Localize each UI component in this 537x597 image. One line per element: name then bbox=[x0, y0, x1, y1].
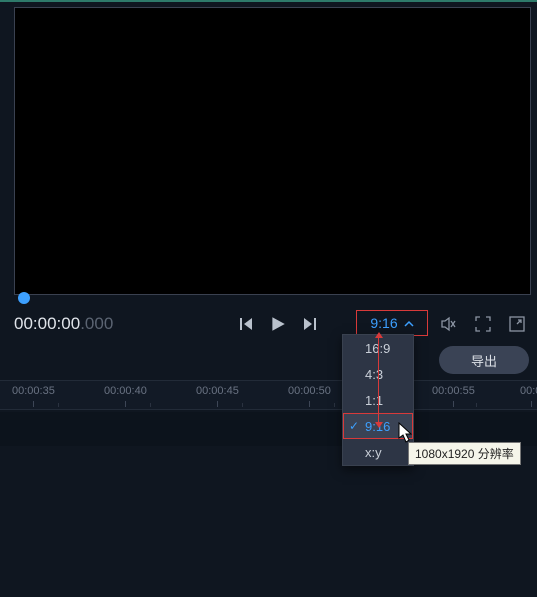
detach-window-icon bbox=[509, 316, 525, 332]
play-icon bbox=[269, 315, 287, 333]
chevron-up-icon bbox=[404, 315, 414, 331]
aspect-ratio-option-4-3[interactable]: 4:3 bbox=[343, 361, 413, 387]
timeline-track[interactable] bbox=[0, 412, 537, 446]
player-controls: 00:00:00 .000 9:16 bbox=[14, 308, 531, 340]
timeline-tick: 00:00:40 bbox=[104, 385, 147, 397]
aspect-ratio-dropdown: 16:9 4:3 1:1 9:16 x:y bbox=[342, 334, 414, 466]
timecode-ms: .000 bbox=[80, 314, 113, 334]
export-label: 导出 bbox=[471, 351, 497, 370]
transport-controls bbox=[236, 308, 320, 340]
resolution-tooltip: 1080x1920 分辨率 bbox=[408, 442, 521, 465]
video-preview[interactable] bbox=[14, 7, 531, 295]
fullscreen-button[interactable] bbox=[473, 314, 493, 334]
detach-button[interactable] bbox=[507, 314, 527, 334]
mute-icon bbox=[440, 315, 458, 333]
prev-frame-icon bbox=[238, 316, 254, 332]
timeline-tick: 00:00:55 bbox=[432, 385, 475, 397]
timeline-ruler[interactable]: 00:00:35 00:00:40 00:00:45 00:00:50 00:0… bbox=[0, 380, 537, 410]
timeline-tick: 00:00:35 bbox=[12, 385, 55, 397]
prev-frame-button[interactable] bbox=[236, 314, 256, 334]
timeline-tick: 00:0 bbox=[520, 385, 537, 397]
next-frame-button[interactable] bbox=[300, 314, 320, 334]
play-button[interactable] bbox=[268, 314, 288, 334]
scrub-handle[interactable] bbox=[18, 292, 30, 304]
aspect-ratio-option-custom[interactable]: x:y bbox=[343, 439, 413, 465]
aspect-ratio-option-16-9[interactable]: 16:9 bbox=[343, 335, 413, 361]
timeline-tick: 00:00:45 bbox=[196, 385, 239, 397]
timeline-tick: 00:00:50 bbox=[288, 385, 331, 397]
export-button[interactable]: 导出 bbox=[439, 346, 529, 374]
right-controls bbox=[439, 308, 527, 340]
aspect-ratio-option-1-1[interactable]: 1:1 bbox=[343, 387, 413, 413]
next-frame-icon bbox=[302, 316, 318, 332]
timecode-main: 00:00:00 bbox=[14, 314, 80, 334]
aspect-ratio-button[interactable]: 9:16 bbox=[356, 310, 428, 336]
mute-button[interactable] bbox=[439, 314, 459, 334]
aspect-ratio-value: 9:16 bbox=[370, 315, 397, 331]
fullscreen-icon bbox=[475, 316, 491, 332]
aspect-ratio-option-9-16[interactable]: 9:16 bbox=[343, 413, 413, 439]
timecode-display: 00:00:00 .000 bbox=[14, 314, 113, 334]
